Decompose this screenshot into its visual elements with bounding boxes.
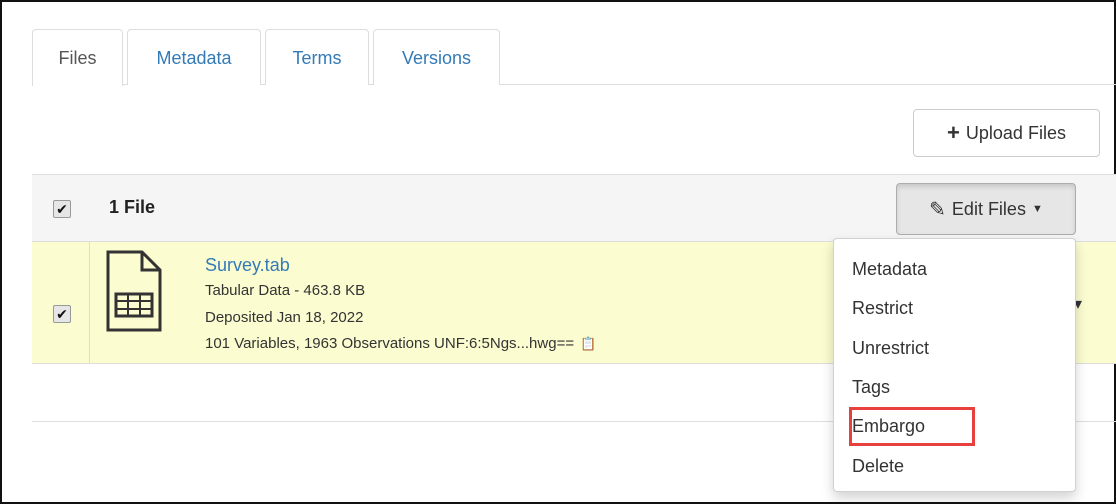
edit-files-dropdown: Metadata Restrict Unrestrict Tags Embarg… bbox=[833, 238, 1076, 492]
edit-files-button[interactable]: ✎ Edit Files ▼ bbox=[896, 183, 1076, 235]
menu-item-restrict[interactable]: Restrict bbox=[852, 296, 913, 320]
file-variables-text: 101 Variables, 1963 Observations UNF:6:5… bbox=[205, 335, 575, 352]
select-all-checkbox[interactable]: ✔ bbox=[53, 200, 71, 218]
plus-icon: + bbox=[947, 120, 960, 145]
caret-down-icon: ▼ bbox=[1031, 203, 1043, 215]
file-deposit-date: Deposited Jan 18, 2022 bbox=[205, 309, 364, 326]
menu-item-embargo[interactable]: Embargo bbox=[852, 414, 925, 438]
file-variables-row: 101 Variables, 1963 Observations UNF:6:5… bbox=[205, 335, 596, 352]
file-type-size: Tabular Data - 463.8 KB bbox=[205, 282, 366, 299]
upload-files-label: Upload Files bbox=[965, 122, 1066, 143]
upload-files-button[interactable]: + Upload Files bbox=[913, 109, 1100, 157]
tab-files[interactable]: Files bbox=[32, 29, 123, 86]
menu-item-unrestrict[interactable]: Unrestrict bbox=[852, 336, 929, 360]
edit-files-label: Edit Files bbox=[951, 198, 1026, 219]
file-count-label: 1 File bbox=[109, 197, 156, 217]
pencil-icon: ✎ bbox=[929, 198, 946, 221]
column-divider bbox=[89, 242, 90, 363]
tab-versions[interactable]: Versions bbox=[373, 29, 500, 85]
tabular-file-icon bbox=[106, 250, 162, 332]
file-name-link[interactable]: Survey.tab bbox=[205, 255, 290, 276]
menu-item-delete[interactable]: Delete bbox=[852, 454, 904, 478]
menu-item-metadata[interactable]: Metadata bbox=[852, 257, 927, 281]
tab-terms[interactable]: Terms bbox=[265, 29, 369, 85]
file-row-checkbox[interactable]: ✔ bbox=[53, 305, 71, 323]
file-table-header: ✔ 1 File ✎ Edit Files ▼ bbox=[32, 174, 1116, 242]
menu-item-tags[interactable]: Tags bbox=[852, 375, 890, 399]
copy-icon[interactable]: 📋 bbox=[580, 336, 596, 351]
tab-metadata[interactable]: Metadata bbox=[127, 29, 261, 85]
